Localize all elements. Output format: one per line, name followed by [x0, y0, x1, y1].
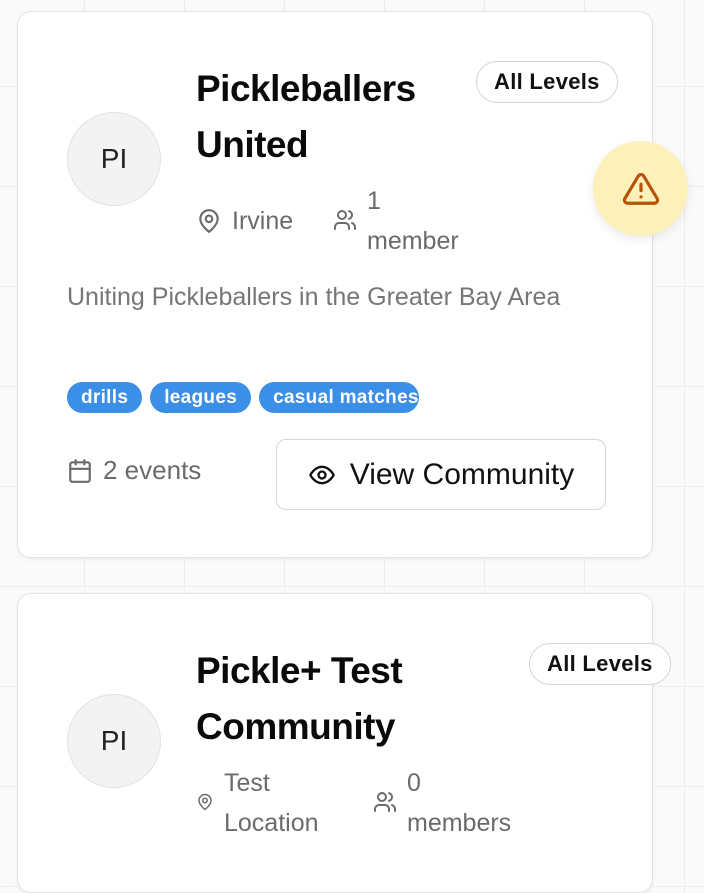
map-pin-icon — [199, 209, 219, 233]
member-count: 0 members — [373, 763, 511, 843]
skill-level-badge: All Levels — [529, 643, 671, 685]
member-count-number: 1 — [367, 187, 381, 215]
event-count-text: 2 events — [103, 455, 202, 485]
community-title-line2: United — [196, 124, 309, 165]
avatar-initials: PI — [100, 725, 128, 756]
community-title: Pickleballers United — [196, 61, 416, 173]
warning-triangle-icon — [622, 172, 659, 205]
member-count-label: member — [367, 227, 459, 255]
community-title-line2: Community — [196, 706, 396, 747]
avatar-initials: PI — [100, 143, 128, 174]
event-count: 2 events — [67, 455, 201, 486]
warning-button[interactable] — [593, 141, 688, 236]
community-title: Pickle+ Test Community — [196, 643, 403, 755]
avatar: PI — [67, 112, 161, 206]
community-description: Uniting Pickleballers in the Greater Bay… — [67, 283, 561, 311]
tag: casual matches — [259, 382, 420, 413]
users-icon — [334, 210, 356, 230]
avatar: PI — [67, 694, 161, 788]
view-community-button[interactable]: View Community — [276, 439, 606, 510]
member-count: 1 member — [333, 181, 459, 261]
calendar-icon — [69, 458, 91, 483]
community-card-pickle-test: PI Pickle+ Test Community All Levels Tes… — [17, 593, 671, 893]
tag: leagues — [150, 382, 252, 413]
tag-list: drills leagues casual matches — [67, 382, 420, 413]
member-count-number: 0 — [407, 769, 421, 797]
location-text-line1: Test — [224, 769, 270, 797]
users-icon — [374, 792, 396, 812]
view-community-label: View Community — [349, 457, 575, 491]
eye-icon — [308, 465, 335, 484]
location: Irvine — [196, 201, 293, 241]
location: Test Location — [196, 763, 319, 843]
skill-level-badge: All Levels — [476, 61, 618, 103]
community-card-pickleballers-united: PI Pickleballers United All Levels Irvin… — [17, 11, 653, 558]
tag: drills — [67, 382, 143, 413]
community-title-line1: Pickle+ Test — [196, 650, 403, 691]
member-count-label: members — [407, 809, 512, 837]
community-title-line1: Pickleballers — [196, 68, 416, 109]
location-text: Irvine — [232, 207, 294, 235]
location-text-line2: Location — [224, 809, 319, 837]
map-pin-icon — [198, 793, 212, 811]
